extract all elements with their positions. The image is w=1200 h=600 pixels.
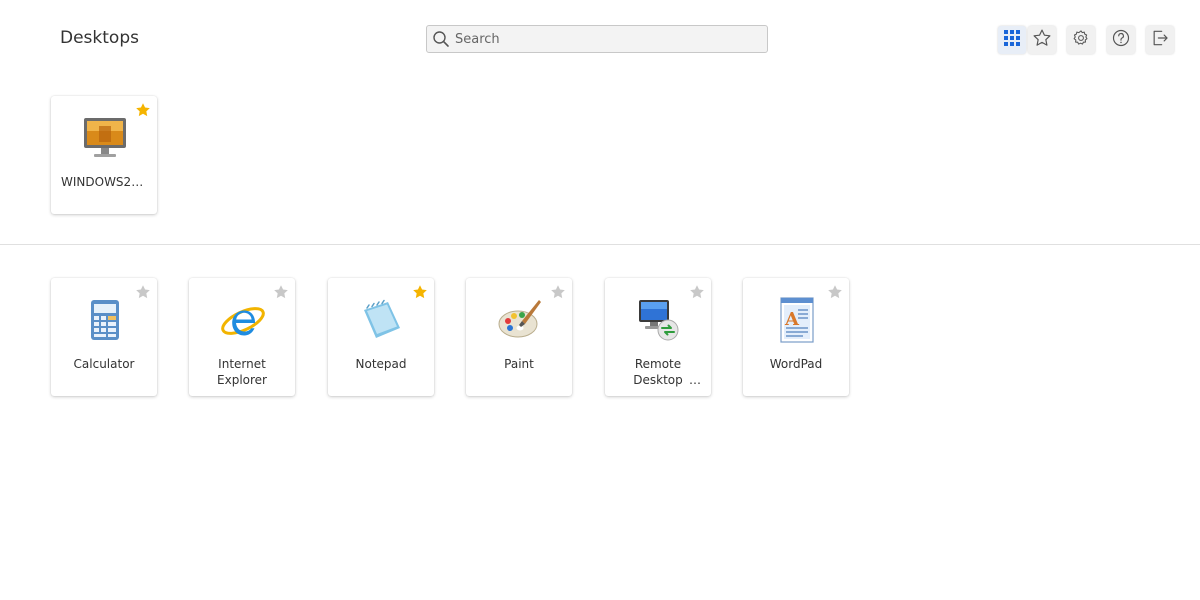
notepad-icon	[358, 296, 406, 344]
app-tile-internet-explorer[interactable]: Internet Explorer	[189, 278, 295, 396]
desktop-tile[interactable]: WINDOWS20…	[51, 96, 157, 214]
app-label: Paint	[504, 357, 534, 371]
app-tile-wordpad[interactable]: A WordPad	[743, 278, 849, 396]
app-label: Notepad	[355, 357, 407, 371]
logout-icon	[1150, 28, 1170, 52]
question-icon	[1111, 28, 1131, 52]
search-box[interactable]	[426, 25, 768, 53]
favorite-star-icon[interactable]	[689, 284, 705, 300]
paint-palette-icon	[496, 296, 544, 344]
search-icon	[431, 29, 451, 49]
remote-desktop-icon	[635, 296, 683, 344]
app-label: WordPad	[769, 357, 823, 371]
gear-icon	[1072, 29, 1090, 51]
section-divider	[0, 244, 1200, 245]
svg-text:A: A	[784, 309, 800, 330]
favorite-star-icon[interactable]	[273, 284, 289, 300]
favorites-button[interactable]	[1028, 26, 1056, 54]
calculator-icon	[81, 296, 129, 344]
internet-explorer-icon	[219, 296, 267, 344]
favorite-star-icon[interactable]	[135, 102, 151, 118]
grid-icon	[1004, 30, 1020, 50]
logout-button[interactable]	[1146, 26, 1174, 54]
favorite-star-icon[interactable]	[135, 284, 151, 300]
label-ellipsis: …	[689, 373, 701, 387]
wordpad-icon: A	[773, 296, 821, 344]
app-label: Internet Explorer	[217, 357, 267, 387]
app-tile-remote-desktop[interactable]: Remote Desktop …	[605, 278, 711, 396]
star-outline-icon	[1032, 28, 1052, 52]
favorite-star-icon[interactable]	[827, 284, 843, 300]
grid-view-button[interactable]	[998, 26, 1026, 54]
app-tile-calculator[interactable]: Calculator	[51, 278, 157, 396]
page: Desktops Search WINDOWS20… Calculator In…	[0, 0, 1200, 600]
monitor-icon	[81, 114, 129, 162]
header: Desktops	[0, 0, 1200, 80]
favorite-star-icon[interactable]	[550, 284, 566, 300]
app-tile-notepad[interactable]: Notepad	[328, 278, 434, 396]
settings-button[interactable]	[1067, 26, 1095, 54]
help-button[interactable]	[1107, 26, 1135, 54]
search-input[interactable]	[455, 31, 755, 47]
desktop-label: WINDOWS20…	[61, 175, 151, 189]
app-label: Calculator	[73, 357, 135, 371]
page-title: Desktops	[60, 28, 139, 48]
app-tile-paint[interactable]: Paint	[466, 278, 572, 396]
favorite-star-icon[interactable]	[412, 284, 428, 300]
